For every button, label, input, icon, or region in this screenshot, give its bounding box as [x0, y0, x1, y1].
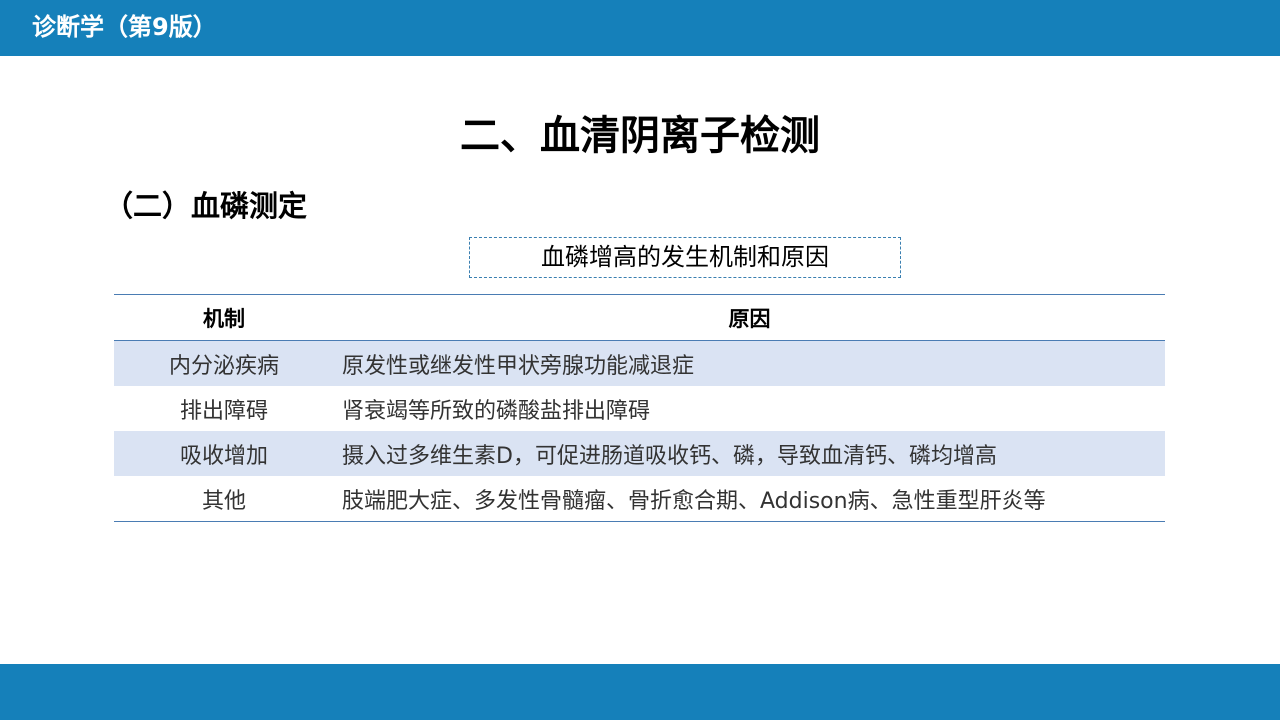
- column-header-reason: 原因: [334, 294, 1165, 341]
- mechanism-cell: 内分泌疾病: [114, 340, 334, 386]
- table-row: 吸收增加 摄入过多维生素D，可促进肠道吸收钙、磷，导致血清钙、磷均增高: [114, 431, 1165, 476]
- table-caption: 血磷增高的发生机制和原因: [469, 237, 901, 278]
- mechanism-cell: 其他: [201, 488, 246, 514]
- reason-cell: 肾衰竭等所致的磷酸盐排出障碍: [342, 398, 651, 424]
- slide-title: 二、血清阴离子检测: [460, 113, 820, 159]
- mechanism-cell: 吸收增加: [114, 431, 334, 476]
- phosphate-table: 机制 原因 内分泌疾病 原发性或继发性甲状旁腺功能减退症 排出障碍 肾衰竭等所致…: [114, 294, 1165, 522]
- table-row: 排出障碍 肾衰竭等所致的磷酸盐排出障碍: [114, 386, 1165, 431]
- reason-cell: 原发性或继发性甲状旁腺功能减退症: [334, 340, 1165, 386]
- reason-cell: 摄入过多维生素D，可促进肠道吸收钙、磷，导致血清钙、磷均增高: [334, 431, 1165, 476]
- table-row: 内分泌疾病 原发性或继发性甲状旁腺功能减退症: [114, 340, 1165, 386]
- header-bar: 诊断学（第9版）: [0, 0, 1280, 56]
- course-title: 诊断学（第9版）: [32, 13, 217, 41]
- section-title: （二）血磷测定: [104, 189, 308, 223]
- column-header-mechanism: 机制: [114, 294, 334, 341]
- footer-bar: [0, 664, 1280, 720]
- table-header-row: 机制 原因: [114, 294, 1165, 341]
- reason-cell: 肢端肥大症、多发性骨髓瘤、骨折愈合期、Addison病、急性重型肝炎等: [342, 488, 1046, 514]
- table-row: 其他 肢端肥大症、多发性骨髓瘤、骨折愈合期、Addison病、急性重型肝炎等: [114, 476, 1165, 522]
- mechanism-cell: 排出障碍: [179, 398, 268, 424]
